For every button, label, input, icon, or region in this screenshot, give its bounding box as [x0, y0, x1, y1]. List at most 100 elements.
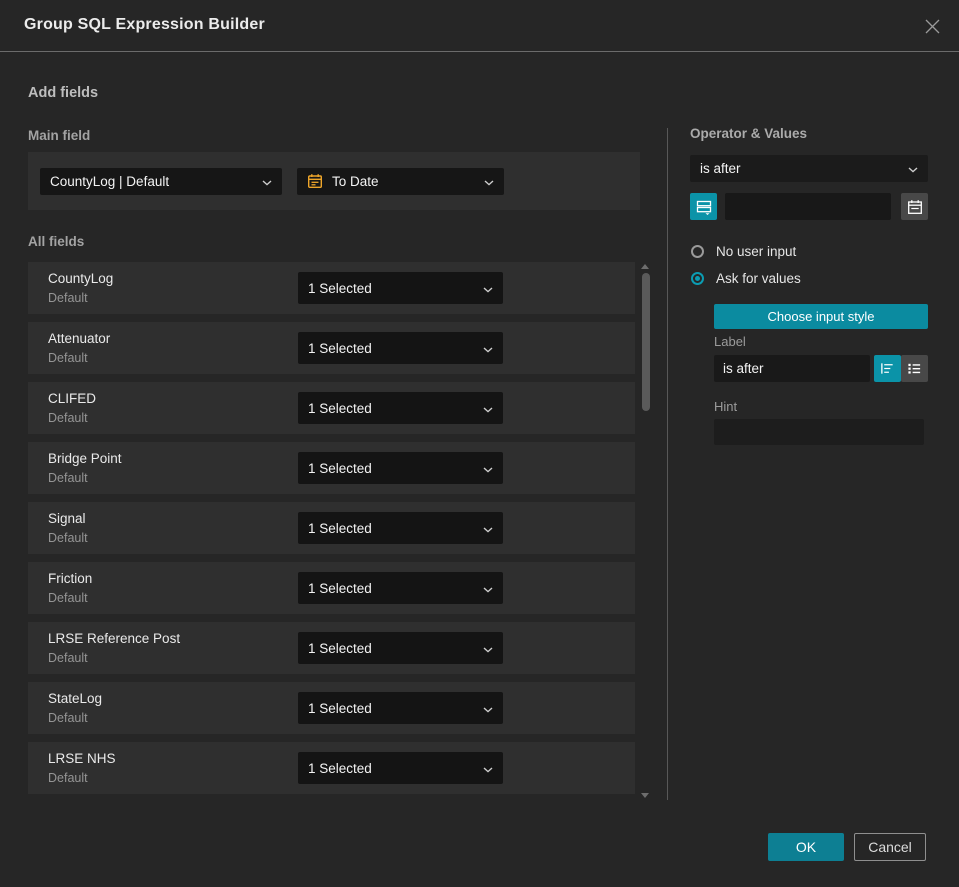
hint-field-label: Hint: [714, 399, 738, 414]
operator-select-value: is after: [700, 161, 741, 176]
chevron-down-icon: [483, 281, 493, 296]
field-row: LRSE NHS Default 1 Selected: [28, 742, 635, 794]
field-sublabel: Default: [48, 651, 88, 665]
select-from-values-button[interactable]: [690, 193, 717, 220]
field-selection-value: 1 Selected: [308, 520, 372, 536]
field-row: StateLog Default 1 Selected: [28, 682, 635, 734]
field-selection-value: 1 Selected: [308, 280, 372, 296]
field-selection-select[interactable]: 1 Selected: [298, 512, 503, 544]
input-style-text-button[interactable]: [874, 355, 901, 382]
radio-ask-for-values-label: Ask for values: [716, 271, 801, 286]
input-style-list-button[interactable]: [901, 355, 928, 382]
scrollbar-thumb[interactable]: [641, 273, 650, 411]
field-selection-select[interactable]: 1 Selected: [298, 692, 503, 724]
field-selection-select[interactable]: 1 Selected: [298, 452, 503, 484]
field-selection-value: 1 Selected: [308, 340, 372, 356]
field-selection-value: 1 Selected: [308, 580, 372, 596]
field-selection-select[interactable]: 1 Selected: [298, 632, 503, 664]
field-selection-select[interactable]: 1 Selected: [298, 392, 503, 424]
field-name: Attenuator: [48, 331, 111, 346]
label-field-label: Label: [714, 334, 746, 349]
chevron-down-icon: [483, 581, 493, 596]
field-name: Signal: [48, 511, 86, 526]
field-name: CLIFED: [48, 391, 97, 406]
value-row: [690, 193, 928, 220]
field-selection-value: 1 Selected: [308, 700, 372, 716]
chevron-down-icon: [483, 641, 493, 656]
scrollbar-down-arrow-icon[interactable]: [641, 793, 649, 798]
close-icon: [924, 18, 941, 35]
cancel-button[interactable]: Cancel: [854, 833, 926, 861]
bullet-list-icon: [907, 361, 922, 376]
radio-no-user-input-label: No user input: [716, 244, 797, 259]
field-row: Attenuator Default 1 Selected: [28, 322, 635, 374]
field-sublabel: Default: [48, 351, 88, 365]
chevron-down-icon: [484, 174, 494, 189]
main-field-panel: CountyLog | Default To Date: [28, 152, 640, 210]
label-input[interactable]: [714, 355, 870, 382]
field-name: LRSE NHS: [48, 751, 116, 766]
ok-button[interactable]: OK: [768, 833, 844, 861]
field-name: CountyLog: [48, 271, 114, 286]
field-row: LRSE Reference Post Default 1 Selected: [28, 622, 635, 674]
radio-no-user-input[interactable]: No user input: [691, 244, 796, 259]
list-scrollbar[interactable]: [641, 262, 650, 800]
chevron-down-icon: [483, 401, 493, 416]
date-picker-button[interactable]: [901, 193, 928, 220]
field-sublabel: Default: [48, 711, 88, 725]
field-sublabel: Default: [48, 591, 88, 605]
field-selection-value: 1 Selected: [308, 640, 372, 656]
value-input[interactable]: [725, 193, 891, 220]
field-row: Friction Default 1 Selected: [28, 562, 635, 614]
operator-select[interactable]: is after: [690, 155, 928, 182]
field-selection-value: 1 Selected: [308, 400, 372, 416]
all-fields-list: CountyLog Default 1 Selected Attenuator …: [28, 262, 635, 794]
panel-divider: [667, 128, 668, 800]
field-sublabel: Default: [48, 411, 88, 425]
radio-icon: [691, 245, 704, 258]
field-selection-select[interactable]: 1 Selected: [298, 272, 503, 304]
field-sublabel: Default: [48, 291, 88, 305]
dialog-title: Group SQL Expression Builder: [24, 16, 265, 33]
chevron-down-icon: [483, 521, 493, 536]
chevron-down-icon: [483, 761, 493, 776]
align-left-icon: [880, 361, 895, 376]
scrollbar-up-arrow-icon[interactable]: [641, 264, 649, 269]
field-selection-value: 1 Selected: [308, 760, 372, 776]
add-fields-heading: Add fields: [28, 85, 99, 101]
chevron-down-icon: [262, 174, 272, 189]
close-button[interactable]: [919, 13, 945, 39]
main-field-select-value: CountyLog | Default: [50, 173, 170, 189]
field-selection-value: 1 Selected: [308, 460, 372, 476]
chevron-down-icon: [483, 701, 493, 716]
field-sublabel: Default: [48, 471, 88, 485]
field-name: Friction: [48, 571, 93, 586]
calendar-icon: [907, 199, 923, 215]
radio-ask-for-values[interactable]: Ask for values: [691, 271, 801, 286]
field-row: Bridge Point Default 1 Selected: [28, 442, 635, 494]
group-sql-expression-builder-dialog: Group SQL Expression Builder Add fields …: [0, 0, 959, 887]
date-type-select[interactable]: To Date: [297, 167, 504, 195]
value-list-icon: [696, 199, 712, 215]
field-name: Bridge Point: [48, 451, 122, 466]
choose-input-style-button[interactable]: Choose input style: [714, 304, 928, 329]
field-row: CLIFED Default 1 Selected: [28, 382, 635, 434]
field-name: StateLog: [48, 691, 103, 706]
main-field-label: Main field: [28, 128, 91, 143]
main-field-select[interactable]: CountyLog | Default: [40, 167, 282, 195]
chevron-down-icon: [483, 461, 493, 476]
field-row: CountyLog Default 1 Selected: [28, 262, 635, 314]
field-selection-select[interactable]: 1 Selected: [298, 332, 503, 364]
operator-values-heading: Operator & Values: [690, 126, 808, 141]
hint-input[interactable]: [714, 419, 924, 445]
chevron-down-icon: [483, 341, 493, 356]
date-type-select-value: To Date: [332, 173, 379, 189]
field-selection-select[interactable]: 1 Selected: [298, 752, 503, 784]
all-fields-label: All fields: [28, 234, 85, 249]
field-selection-select[interactable]: 1 Selected: [298, 572, 503, 604]
field-sublabel: Default: [48, 771, 88, 785]
calendar-icon: [307, 173, 323, 189]
radio-selected-icon: [691, 272, 704, 285]
chevron-down-icon: [908, 161, 918, 176]
field-row: Signal Default 1 Selected: [28, 502, 635, 554]
